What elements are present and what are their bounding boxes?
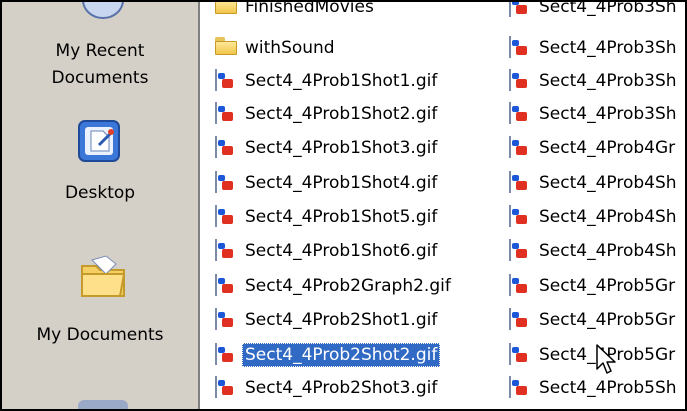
file-name: Sect4_4Prob3Sh: [539, 71, 677, 91]
file-name: Sect4_4Prob5Gr: [539, 310, 676, 330]
file-name: Sect4_4Prob2Shot1.gif: [245, 310, 438, 330]
gif-file-icon: [215, 136, 237, 159]
place-label-line2: Documents: [51, 68, 149, 88]
gif-file-icon: [509, 343, 531, 366]
gif-file-icon: [215, 205, 237, 228]
gif-file-icon: [509, 36, 531, 59]
list-item[interactable]: Sect4_4Prob1Shot3.gif: [215, 133, 498, 163]
list-item[interactable]: withSound: [215, 33, 498, 63]
gif-file-icon: [509, 308, 531, 331]
file-name: Sect4_4Prob1Shot5.gif: [245, 207, 438, 227]
file-name: Sect4_4Prob3Sh: [539, 0, 677, 17]
gif-file-icon: [215, 239, 237, 262]
file-name: Sect4_4Prob3Sh: [539, 38, 677, 58]
list-item[interactable]: Sect4_4Prob3Sh: [509, 33, 685, 63]
file-name: Sect4_4Prob2Shot3.gif: [245, 378, 438, 398]
gif-file-icon: [509, 2, 531, 18]
list-item[interactable]: Sect4_4Prob2Shot3.gif: [215, 373, 498, 403]
file-name: Sect4_4Prob5Gr: [539, 276, 676, 296]
gif-file-icon: [215, 274, 237, 297]
file-name: Sect4_4Prob4Sh: [539, 241, 677, 261]
file-name: Sect4_4Prob3Sh: [539, 104, 677, 124]
file-name: Sect4_4Prob2Graph2.gif: [245, 276, 451, 296]
gif-file-icon: [215, 376, 237, 399]
list-item[interactable]: Sect4_4Prob1Shot5.gif: [215, 202, 498, 232]
place-label: Desktop: [64, 183, 136, 203]
list-item[interactable]: Sect4_4Prob1Shot6.gif: [215, 236, 498, 266]
list-item[interactable]: Sect4_4Prob5Sh: [509, 373, 685, 403]
gif-file-icon: [509, 102, 531, 125]
file-name: Sect4_4Prob4Sh: [539, 173, 677, 193]
list-item[interactable]: Sect4_4Prob4Sh: [509, 236, 685, 266]
file-name: withSound: [245, 38, 335, 58]
gif-file-icon: [509, 136, 531, 159]
list-item[interactable]: Sect4_4Prob2Shot1.gif: [215, 305, 498, 335]
desktop-icon: [75, 117, 123, 170]
gif-file-icon: [509, 69, 531, 92]
file-name: Sect4_4Prob1Shot4.gif: [245, 173, 438, 193]
list-item[interactable]: Sect4_4Prob3Sh: [509, 66, 685, 96]
recent-documents-icon: [78, 2, 128, 25]
gif-file-icon: [215, 69, 237, 92]
file-list-view: FinishedMovies withSound Sect4_4Prob1Sho…: [202, 2, 685, 409]
places-bar: My Recent Documents Desktop My Documents: [2, 2, 200, 409]
place-my-documents[interactable]: My Documents: [2, 252, 198, 362]
list-item[interactable]: Sect4_4Prob4Sh: [509, 168, 685, 198]
folder-icon: [215, 37, 237, 59]
list-item[interactable]: FinishedMovies: [215, 0, 498, 22]
file-name: Sect4_4Prob1Shot2.gif: [245, 104, 438, 124]
file-name: FinishedMovies: [245, 0, 374, 17]
file-name: Sect4_4Prob4Sh: [539, 207, 677, 227]
my-documents-folder-icon: [78, 252, 128, 305]
list-item[interactable]: Sect4_4Prob1Shot2.gif: [215, 99, 498, 129]
place-label: My Documents: [36, 325, 164, 345]
file-name: Sect4_4Prob4Gr: [539, 138, 676, 158]
gif-file-icon: [509, 171, 531, 194]
list-item[interactable]: Sect4_4Prob4Gr: [509, 133, 685, 163]
list-item[interactable]: Sect4_4Prob3Sh: [509, 99, 685, 129]
list-item[interactable]: Sect4_4Prob4Sh: [509, 202, 685, 232]
mouse-pointer-icon: [596, 344, 616, 374]
list-item[interactable]: Sect4_4Prob1Shot4.gif: [215, 168, 498, 198]
file-name: Sect4_4Prob1Shot6.gif: [245, 241, 438, 261]
file-name: Sect4_4Prob1Shot3.gif: [245, 138, 438, 158]
file-name: Sect4_4Prob2Shot2.gif: [242, 343, 441, 367]
file-name: Sect4_4Prob5Sh: [539, 378, 677, 398]
list-item[interactable]: Sect4_4Prob1Shot1.gif: [215, 66, 498, 96]
file-name: Sect4_4Prob1Shot1.gif: [245, 71, 438, 91]
list-item-selected[interactable]: Sect4_4Prob2Shot2.gif: [215, 340, 498, 370]
place-label-line1: My Recent: [55, 41, 145, 61]
gif-file-icon: [215, 171, 237, 194]
gif-file-icon: [215, 308, 237, 331]
gif-file-icon: [215, 102, 237, 125]
list-item[interactable]: Sect4_4Prob5Gr: [509, 305, 685, 335]
list-item[interactable]: Sect4_4Prob5Gr: [509, 271, 685, 301]
place-desktop[interactable]: Desktop: [2, 107, 198, 217]
file-dialog-window: My Recent Documents Desktop My Documents…: [0, 0, 687, 411]
gif-file-icon: [509, 376, 531, 399]
gif-file-icon: [509, 274, 531, 297]
list-item[interactable]: Sect4_4Prob3Sh: [509, 0, 685, 22]
folder-icon: [215, 2, 237, 18]
gif-file-icon: [509, 239, 531, 262]
gif-file-icon: [215, 343, 237, 366]
gif-file-icon: [509, 205, 531, 228]
list-item[interactable]: Sect4_4Prob2Graph2.gif: [215, 271, 498, 301]
my-computer-icon: [78, 400, 128, 409]
